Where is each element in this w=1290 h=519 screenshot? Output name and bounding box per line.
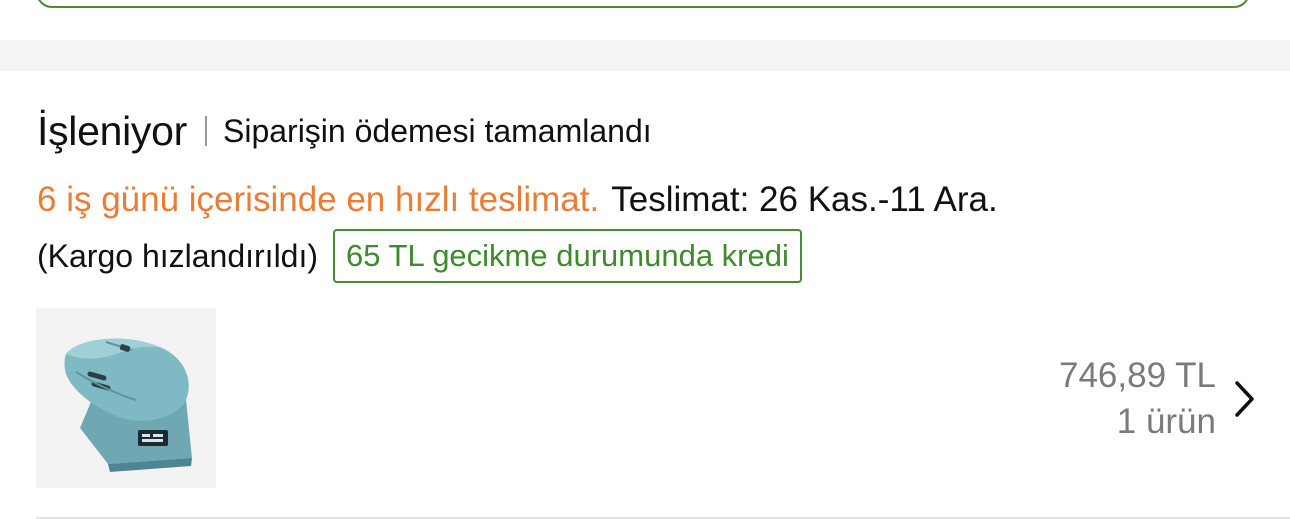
chevron-right-icon[interactable] bbox=[1232, 379, 1258, 419]
price-block: 746,89 TL 1 ürün bbox=[1059, 353, 1216, 445]
mouse-product-image bbox=[36, 308, 216, 488]
order-status-description: Siparişin ödemesi tamamlandı bbox=[222, 112, 652, 149]
order-card[interactable]: İşleniyor Siparişin ödemesi tamamlandı 6… bbox=[0, 71, 1290, 519]
previous-card-border bbox=[36, 0, 1250, 8]
shipping-info: (Kargo hızlandırıldı) 65 TL gecikme duru… bbox=[37, 228, 802, 284]
status-divider bbox=[204, 116, 207, 146]
shipping-note: (Kargo hızlandırıldı) bbox=[37, 237, 319, 274]
section-separator bbox=[0, 40, 1290, 71]
product-thumbnail[interactable] bbox=[36, 308, 216, 488]
order-price: 746,89 TL bbox=[1059, 356, 1216, 395]
order-status-title: İşleniyor bbox=[37, 107, 187, 154]
delay-credit-badge: 65 TL gecikme durumunda kredi bbox=[333, 229, 802, 283]
delivery-info: 6 iş günü içerisinde en hızlı teslimat. … bbox=[37, 177, 998, 223]
item-count: 1 ürün bbox=[1116, 402, 1216, 441]
order-status-line: İşleniyor Siparişin ödemesi tamamlandı bbox=[37, 103, 652, 159]
delivery-date-text: Teslimat: 26 Kas.-11 Ara. bbox=[611, 180, 998, 219]
delivery-promo-text: 6 iş günü içerisinde en hızlı teslimat. bbox=[37, 180, 600, 219]
